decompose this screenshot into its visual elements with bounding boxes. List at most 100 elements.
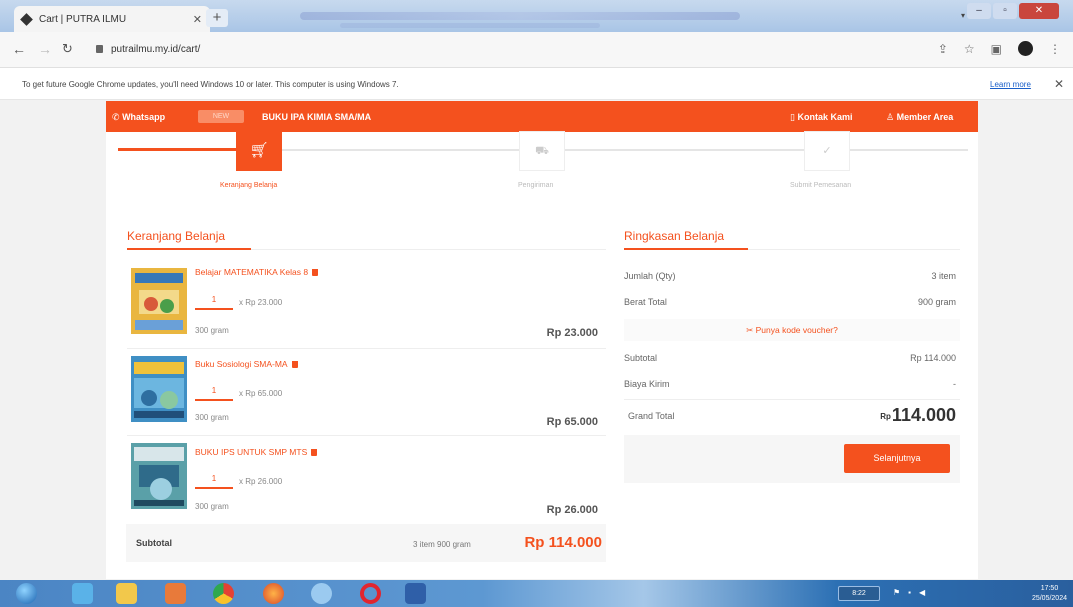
- window-controls: – ▫ ✕: [967, 3, 1059, 19]
- whatsapp-link[interactable]: ✆ Whatsapp: [112, 112, 165, 123]
- media-player-icon[interactable]: [165, 583, 186, 604]
- blurred-window-title: [300, 12, 740, 20]
- step-label-shipping: Pengiriman: [518, 182, 554, 189]
- unit-price: x Rp 23.000: [239, 298, 283, 307]
- quantity-input[interactable]: 1: [195, 383, 233, 401]
- step-cart[interactable]: 🛒︎: [236, 131, 282, 171]
- toolbar-icons: ⇪ ☆ ▣ ⋮: [938, 41, 1061, 56]
- book-cover-ips[interactable]: [131, 443, 187, 509]
- new-badge: NEW: [198, 110, 244, 123]
- subtotal-label: Subtotal: [136, 538, 172, 548]
- summary-subtotal-row: Subtotal Rp 114.000: [624, 353, 960, 363]
- summary-weight-row: Berat Total 900 gram: [624, 297, 960, 307]
- summary-heading: Ringkasan Belanja: [624, 229, 725, 243]
- share-icon[interactable]: ⇪: [938, 42, 948, 56]
- scissors-icon: ✂: [746, 325, 754, 335]
- item-price: Rp 23.000: [546, 327, 598, 339]
- summary-subtotal-value: Rp 114.000: [910, 353, 956, 363]
- sidepanel-icon[interactable]: ▣: [991, 42, 1002, 56]
- opera-icon[interactable]: [360, 583, 381, 604]
- address-bar[interactable]: putrailmu.my.id/cart/: [96, 40, 966, 60]
- file-explorer-icon[interactable]: [116, 583, 137, 604]
- contact-link[interactable]: ▯ Kontak Kami: [790, 112, 852, 123]
- tab-search-chevron-icon[interactable]: ▾: [961, 11, 965, 20]
- tab-close-icon[interactable]: ✕: [193, 13, 202, 26]
- infobar-message: To get future Google Chrome updates, you…: [22, 80, 399, 89]
- summary-qty-value: 3 item: [931, 271, 956, 281]
- check-icon: ✓: [822, 145, 832, 157]
- reload-icon[interactable]: ↻: [62, 41, 73, 57]
- step-submit[interactable]: ✓: [804, 131, 850, 171]
- summary-divider: [624, 399, 960, 400]
- unit-price: x Rp 26.000: [239, 477, 283, 486]
- cart-page: ✆ Whatsapp NEW BUKU IPA KIMIA SMA/MA ▯ K…: [106, 101, 978, 579]
- windows-taskbar: 8:22 ⚑▪◀ 17:50 25/05/2024: [0, 580, 1073, 607]
- browser-toolbar: ← → ↻ putrailmu.my.id/cart/ ⇪ ☆ ▣ ⋮: [0, 32, 1073, 68]
- start-button-icon[interactable]: [16, 583, 37, 604]
- summary-heading-underline: [624, 248, 748, 250]
- checkout-progress-active: [118, 148, 238, 151]
- app-icon[interactable]: [311, 583, 332, 604]
- summary-subtotal-label: Subtotal: [624, 353, 658, 363]
- grand-total-amount: 114.000: [891, 405, 956, 425]
- member-area-link[interactable]: ♙ Member Area: [886, 112, 953, 123]
- learn-more-link[interactable]: Learn more: [990, 80, 1031, 89]
- trash-icon[interactable]: [291, 361, 298, 368]
- item-weight: 300 gram: [195, 502, 229, 511]
- firefox-icon[interactable]: [263, 583, 284, 604]
- flag-icon[interactable]: ⚑: [893, 588, 908, 597]
- quantity-input[interactable]: 1: [195, 292, 233, 310]
- clock-date: 25/05/2024: [1031, 595, 1067, 602]
- browser-menu-icon[interactable]: ⋮: [1049, 42, 1061, 56]
- book-cover-math[interactable]: [131, 268, 187, 334]
- user-icon: ♙: [886, 112, 895, 122]
- summary-qty-row: Jumlah (Qty) 3 item: [624, 271, 960, 281]
- network-icon[interactable]: ▪: [908, 588, 919, 597]
- voucher-link[interactable]: ✂ Punya kode voucher?: [624, 319, 960, 341]
- volume-icon[interactable]: ◀: [919, 588, 933, 597]
- word-icon[interactable]: [405, 583, 426, 604]
- maximize-button[interactable]: ▫: [993, 3, 1017, 19]
- cart-item-title[interactable]: Belajar MATEMATIKA Kelas 8: [195, 267, 319, 277]
- summary-shipping-row: Biaya Kirim -: [624, 379, 960, 389]
- minimize-button[interactable]: –: [967, 3, 991, 19]
- infobar-close-icon[interactable]: ✕: [1054, 77, 1064, 91]
- item-weight: 300 gram: [195, 413, 229, 422]
- summary-shipping-label: Biaya Kirim: [624, 379, 670, 389]
- trash-icon[interactable]: [311, 449, 318, 456]
- step-shipping[interactable]: ⛟: [519, 131, 565, 171]
- internet-explorer-icon[interactable]: [72, 583, 93, 604]
- forward-arrow-icon[interactable]: →: [38, 41, 52, 57]
- browser-tab-strip: Cart | PUTRA ILMU ✕ + ▾ – ▫ ✕: [0, 0, 1073, 32]
- cart-item-title[interactable]: BUKU IPS UNTUK SMP MTS: [195, 447, 318, 457]
- unit-price: x Rp 65.000: [239, 389, 283, 398]
- grand-total-currency: Rp: [880, 412, 891, 421]
- phone-icon: ▯: [790, 112, 795, 122]
- profile-avatar[interactable]: [1018, 41, 1033, 56]
- clock-time: 17:50: [1040, 585, 1059, 592]
- back-arrow-icon[interactable]: ←: [12, 41, 26, 57]
- cart-item-title[interactable]: Buku Sosiologi SMA-MA: [195, 359, 298, 369]
- item-divider: [127, 348, 606, 349]
- quantity-input[interactable]: 1: [195, 471, 233, 489]
- subtotal-value: Rp 114.000: [524, 534, 602, 551]
- chrome-icon[interactable]: [213, 583, 234, 604]
- next-button[interactable]: Selanjutnya: [844, 444, 950, 473]
- item-price: Rp 65.000: [546, 416, 598, 428]
- window-close-button[interactable]: ✕: [1019, 3, 1059, 19]
- promo-link[interactable]: BUKU IPA KIMIA SMA/MA: [262, 112, 371, 122]
- item-divider: [127, 435, 606, 436]
- taskbar-clock[interactable]: 17:50 25/05/2024: [1032, 584, 1067, 604]
- item-weight: 300 gram: [195, 326, 229, 335]
- update-infobar: To get future Google Chrome updates, you…: [0, 68, 1073, 100]
- bookmark-star-icon[interactable]: ☆: [964, 42, 975, 56]
- truck-icon: ⛟: [535, 145, 549, 157]
- tray-indicator[interactable]: 8:22: [838, 586, 880, 601]
- new-tab-button[interactable]: +: [206, 9, 228, 27]
- lock-icon: [96, 45, 103, 53]
- book-cover-sociology[interactable]: [131, 356, 187, 422]
- subtotal-count: 3 item 900 gram: [413, 540, 471, 549]
- cart-heading: Keranjang Belanja: [127, 229, 226, 243]
- trash-icon[interactable]: [312, 269, 319, 276]
- browser-tab[interactable]: Cart | PUTRA ILMU ✕: [14, 6, 210, 32]
